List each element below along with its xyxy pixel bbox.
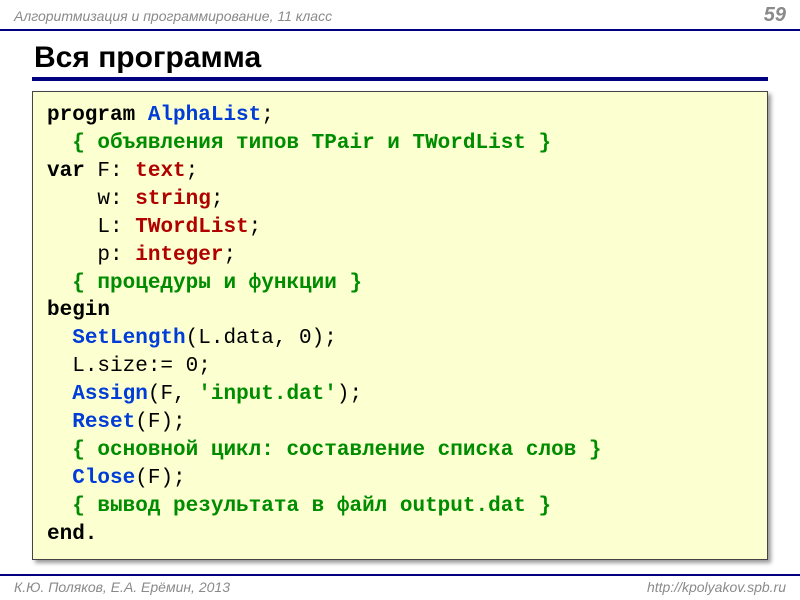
string-input: 'input.dat' xyxy=(198,383,337,406)
punct: ; xyxy=(249,216,262,239)
program-name: AlphaList xyxy=(148,104,261,127)
close-args: (F); xyxy=(135,467,185,490)
header-rule xyxy=(0,29,800,31)
assign-close: ); xyxy=(337,383,362,406)
reset-args: (F); xyxy=(135,411,185,434)
slide-title: Вся программа xyxy=(0,37,800,77)
comment-output: { вывод результата в файл output.dat } xyxy=(72,495,551,518)
kw-var: var xyxy=(47,160,85,183)
line-lsize: L.size:= 0; xyxy=(72,355,211,378)
kw-program: program xyxy=(47,104,135,127)
call-close: Close xyxy=(72,467,135,490)
punct: ; xyxy=(223,244,236,267)
course-label: Алгоритмизация и программирование, 11 кл… xyxy=(14,8,332,24)
comment-types: { объявления типов TPair и TWordList } xyxy=(72,132,551,155)
footer-authors: К.Ю. Поляков, Е.А. Ерёмин, 2013 xyxy=(14,579,230,595)
call-setlength: SetLength xyxy=(72,327,185,350)
type-wordlist: TWordList xyxy=(135,216,248,239)
slide-header: Алгоритмизация и программирование, 11 кл… xyxy=(0,0,800,29)
comment-procs: { процедуры и функции } xyxy=(72,272,362,295)
var-w: w: xyxy=(97,188,122,211)
kw-end: end. xyxy=(47,523,97,546)
var-p: p: xyxy=(97,244,122,267)
punct: ; xyxy=(211,188,224,211)
var-F: F: xyxy=(97,160,122,183)
footer-url: http://kpolyakov.spb.ru xyxy=(647,579,786,595)
type-integer: integer xyxy=(135,244,223,267)
assign-open: (F, xyxy=(148,383,198,406)
title-rule xyxy=(32,77,768,81)
type-string: string xyxy=(135,188,211,211)
code-block: program AlphaList; { объявления типов TP… xyxy=(32,91,768,560)
page-number: 59 xyxy=(764,4,786,27)
punct: ; xyxy=(186,160,199,183)
call-assign: Assign xyxy=(72,383,148,406)
kw-begin: begin xyxy=(47,299,110,322)
slide-footer: К.Ю. Поляков, Е.А. Ерёмин, 2013 http://k… xyxy=(0,574,800,600)
slide: Алгоритмизация и программирование, 11 кл… xyxy=(0,0,800,600)
comment-main: { основной цикл: составление списка слов… xyxy=(72,439,601,462)
call-reset: Reset xyxy=(72,411,135,434)
setlength-args: (L.data, 0); xyxy=(186,327,337,350)
var-L: L: xyxy=(97,216,122,239)
type-text: text xyxy=(135,160,185,183)
punct: ; xyxy=(261,104,274,127)
